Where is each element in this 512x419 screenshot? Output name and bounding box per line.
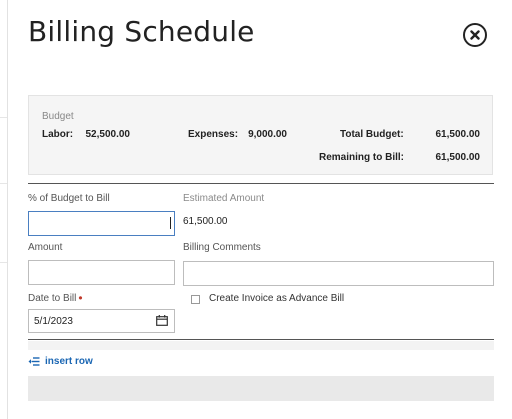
remaining-value: 61,500.00 xyxy=(435,152,481,163)
advance-bill-checkbox[interactable] xyxy=(191,295,200,304)
percent-input[interactable] xyxy=(28,211,175,236)
date-to-bill-label-text: Date to Bill xyxy=(28,293,77,304)
budget-heading: Budget xyxy=(42,111,74,122)
background-divider xyxy=(0,117,7,118)
close-circle-icon xyxy=(470,30,480,40)
date-to-bill-input[interactable] xyxy=(28,309,175,333)
labor-value: 52,500.00 xyxy=(85,129,131,140)
percent-label: % of Budget to Bill xyxy=(28,193,110,204)
date-to-bill-label: Date to Bill • xyxy=(28,291,83,305)
close-button[interactable] xyxy=(463,23,487,47)
background-divider xyxy=(0,262,7,263)
estimated-amount-value: 61,500.00 xyxy=(183,216,228,227)
required-indicator: • xyxy=(78,291,83,305)
amount-label: Amount xyxy=(28,242,63,253)
advance-bill-label: Create Invoice as Advance Bill xyxy=(209,293,345,304)
billing-schedule-dialog: Billing Schedule Budget Labor: 52,500.00… xyxy=(8,0,512,419)
date-picker xyxy=(28,309,175,333)
section-divider xyxy=(28,339,494,340)
insert-row-label: insert row xyxy=(45,356,93,367)
total-budget-value: 61,500.00 xyxy=(435,129,481,140)
expenses-value: 9,000.00 xyxy=(248,129,287,140)
insert-row-button[interactable]: insert row xyxy=(28,356,93,367)
background-divider xyxy=(0,183,7,184)
total-budget-label: Total Budget: xyxy=(340,129,404,140)
insert-row-icon xyxy=(28,357,40,366)
billing-comments-input[interactable] xyxy=(183,261,494,286)
labor-label: Labor: xyxy=(42,129,74,140)
background-page xyxy=(0,0,8,419)
budget-summary: Budget Labor: 52,500.00 Expenses: 9,000.… xyxy=(28,95,493,175)
footer-bar xyxy=(28,376,494,401)
calendar-icon[interactable] xyxy=(156,315,168,326)
billing-comments-label: Billing Comments xyxy=(183,242,261,253)
horizontal-scrollbar[interactable] xyxy=(28,341,494,350)
section-divider xyxy=(28,183,494,184)
expenses-label: Expenses: xyxy=(188,129,239,140)
estimated-amount-label: Estimated Amount xyxy=(183,193,265,204)
dialog-title: Billing Schedule xyxy=(28,15,255,48)
text-caret xyxy=(170,217,171,229)
amount-input[interactable] xyxy=(28,260,175,285)
remaining-label: Remaining to Bill: xyxy=(319,152,404,163)
